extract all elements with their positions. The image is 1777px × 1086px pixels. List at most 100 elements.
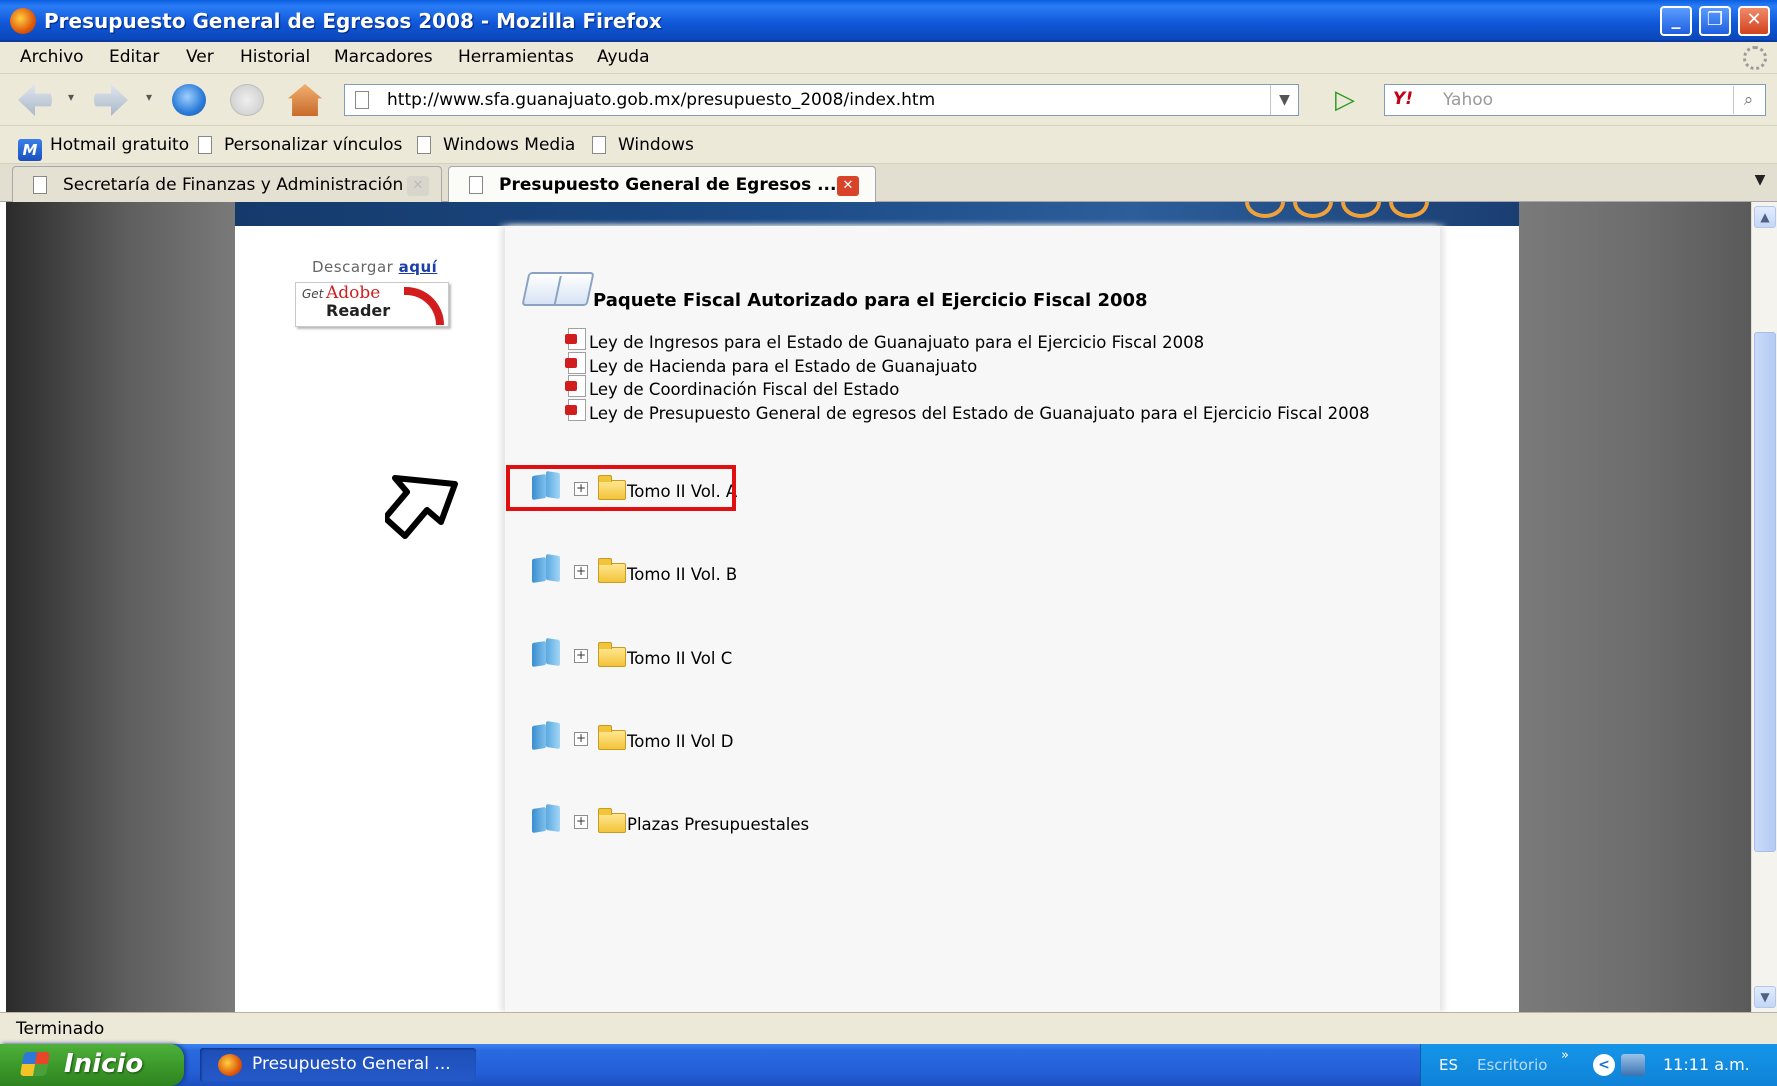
throbber-icon (1743, 46, 1767, 70)
menu-marcadores[interactable]: Marcadores (334, 47, 433, 67)
chevron-icon[interactable]: » (1561, 1048, 1569, 1063)
tray-arrow-icon[interactable]: < (1593, 1054, 1615, 1076)
navigation-toolbar: ▾ ▾ http://www.sfa.guanajuato.gob.mx/pre… (0, 74, 1777, 126)
scrollbar-thumb[interactable] (1754, 332, 1776, 852)
download-text: Descargar aquí (312, 258, 438, 276)
menu-herramientas[interactable]: Herramientas (458, 47, 574, 67)
search-input[interactable]: Yahoo (1443, 90, 1493, 110)
page-icon (592, 136, 606, 154)
search-icon[interactable]: ⌕ (1733, 86, 1763, 114)
url-text[interactable]: http://www.sfa.guanajuato.gob.mx/presupu… (387, 90, 935, 110)
pointer-arrow-icon (385, 475, 458, 539)
close-tab-icon[interactable]: ✕ (407, 176, 429, 196)
menu-ver[interactable]: Ver (186, 47, 214, 67)
language-indicator[interactable]: ES (1439, 1056, 1458, 1074)
menu-editar[interactable]: Editar (109, 47, 159, 67)
section-title: Paquete Fiscal Autorizado para el Ejerci… (593, 290, 1148, 311)
page-icon (198, 136, 212, 154)
page-icon (417, 136, 431, 154)
scroll-down-icon[interactable]: ▼ (1754, 986, 1776, 1008)
expand-icon[interactable]: + (574, 649, 588, 663)
books-icon (530, 555, 564, 585)
menu-historial[interactable]: Historial (240, 47, 310, 67)
taskbar-item-firefox[interactable]: Presupuesto General ... (200, 1048, 476, 1082)
status-bar: Terminado (0, 1012, 1777, 1044)
books-icon (530, 805, 564, 835)
bookmark-windows[interactable]: Windows (592, 135, 694, 155)
close-tab-icon[interactable]: ✕ (837, 176, 859, 196)
page-header-banner (235, 202, 1519, 226)
desktop-toolbar[interactable]: Escritorio (1477, 1056, 1547, 1074)
start-button[interactable]: Inicio (0, 1044, 184, 1086)
forward-icon[interactable] (94, 84, 128, 116)
tab-secretaria[interactable]: Secretaría de Finanzas y Administración … (12, 166, 442, 202)
open-book-icon (521, 272, 595, 306)
books-icon (530, 639, 564, 669)
tab-label: Presupuesto General de Egresos ... (499, 175, 837, 195)
home-icon[interactable] (288, 84, 322, 116)
system-tray: ES Escritorio » < 11:11 a.m. (1420, 1044, 1777, 1086)
maximize-button[interactable]: ❐ (1699, 6, 1731, 36)
page-icon (469, 176, 483, 194)
menu-archivo[interactable]: Archivo (20, 47, 84, 67)
pdf-icon (565, 352, 587, 376)
tab-presupuesto[interactable]: Presupuesto General de Egresos ... ✕ (448, 166, 876, 202)
pdf-link-ley-hacienda[interactable]: Ley de Hacienda para el Estado de Guanaj… (565, 352, 977, 376)
taskbar: Inicio Presupuesto General ... ES Escrit… (0, 1044, 1777, 1086)
folder-icon[interactable] (598, 558, 626, 583)
scroll-up-icon[interactable]: ▲ (1754, 206, 1776, 228)
window-title: Presupuesto General de Egresos 2008 - Mo… (44, 9, 662, 33)
bookmark-hotmail[interactable]: M Hotmail gratuito (18, 135, 189, 161)
bookmark-windows-media[interactable]: Windows Media (417, 135, 575, 155)
page-icon (33, 176, 47, 194)
expand-icon[interactable]: + (574, 815, 588, 829)
page-viewport: Descargar aquí Get Adobe Reader Paquete … (6, 202, 1751, 1012)
highlight-annotation-box (506, 465, 736, 511)
page-icon (355, 91, 369, 109)
folder-icon[interactable] (598, 808, 626, 833)
expand-icon[interactable]: + (574, 565, 588, 579)
firefox-icon (10, 8, 36, 34)
bookmark-personalizar[interactable]: Personalizar vínculos (198, 135, 402, 155)
menu-ayuda[interactable]: Ayuda (597, 47, 650, 67)
close-button[interactable]: ✕ (1738, 6, 1770, 36)
tab-list-icon[interactable]: ▼ (1749, 172, 1771, 194)
pdf-icon (565, 375, 587, 399)
pdf-link-ley-coordinacion[interactable]: Ley de Coordinación Fiscal del Estado (565, 375, 899, 399)
bookmarks-toolbar: M Hotmail gratuito Personalizar vínculos … (0, 126, 1777, 164)
back-dropdown-icon[interactable]: ▾ (68, 90, 74, 104)
back-icon[interactable] (18, 84, 52, 116)
books-icon (530, 722, 564, 752)
network-icon[interactable] (1621, 1054, 1645, 1076)
msn-icon: M (18, 139, 42, 161)
web-page: Descargar aquí Get Adobe Reader Paquete … (235, 202, 1519, 1012)
pdf-icon (565, 399, 587, 423)
folder-icon[interactable] (598, 642, 626, 667)
pdf-link-ley-ingresos[interactable]: Ley de Ingresos para el Estado de Guanaj… (565, 328, 1204, 352)
status-text: Terminado (16, 1019, 105, 1039)
firefox-icon (218, 1054, 242, 1076)
pdf-link-ley-presupuesto[interactable]: Ley de Presupuesto General de egresos de… (565, 399, 1370, 423)
title-bar: Presupuesto General de Egresos 2008 - Mo… (0, 0, 1777, 42)
search-bar[interactable]: Y! Yahoo ⌕ (1384, 84, 1766, 116)
adobe-reader-badge[interactable]: Get Adobe Reader (295, 282, 449, 327)
download-link[interactable]: aquí (399, 258, 438, 276)
adobe-logo-icon (404, 287, 444, 325)
reload-icon[interactable] (172, 84, 206, 116)
go-icon[interactable]: ▷ (1330, 86, 1360, 116)
folder-icon[interactable] (598, 725, 626, 750)
url-bar[interactable]: http://www.sfa.guanajuato.gob.mx/presupu… (344, 84, 1299, 116)
vertical-scrollbar[interactable]: ▲ ▼ (1751, 202, 1777, 1012)
url-dropdown-icon[interactable]: ▼ (1270, 85, 1298, 115)
tab-bar: Secretaría de Finanzas y Administración … (0, 164, 1777, 202)
windows-logo-icon (19, 1052, 51, 1076)
forward-dropdown-icon[interactable]: ▾ (146, 90, 152, 104)
expand-icon[interactable]: + (574, 732, 588, 746)
menu-bar: Archivo Editar Ver Historial Marcadores … (0, 42, 1777, 74)
banner-logo (1245, 202, 1465, 218)
minimize-button[interactable]: _ (1660, 6, 1692, 36)
yahoo-engine-icon[interactable]: Y! (1393, 89, 1413, 109)
clock: 11:11 a.m. (1663, 1055, 1750, 1074)
tab-label: Secretaría de Finanzas y Administración (63, 175, 404, 195)
stop-icon[interactable] (230, 84, 264, 116)
